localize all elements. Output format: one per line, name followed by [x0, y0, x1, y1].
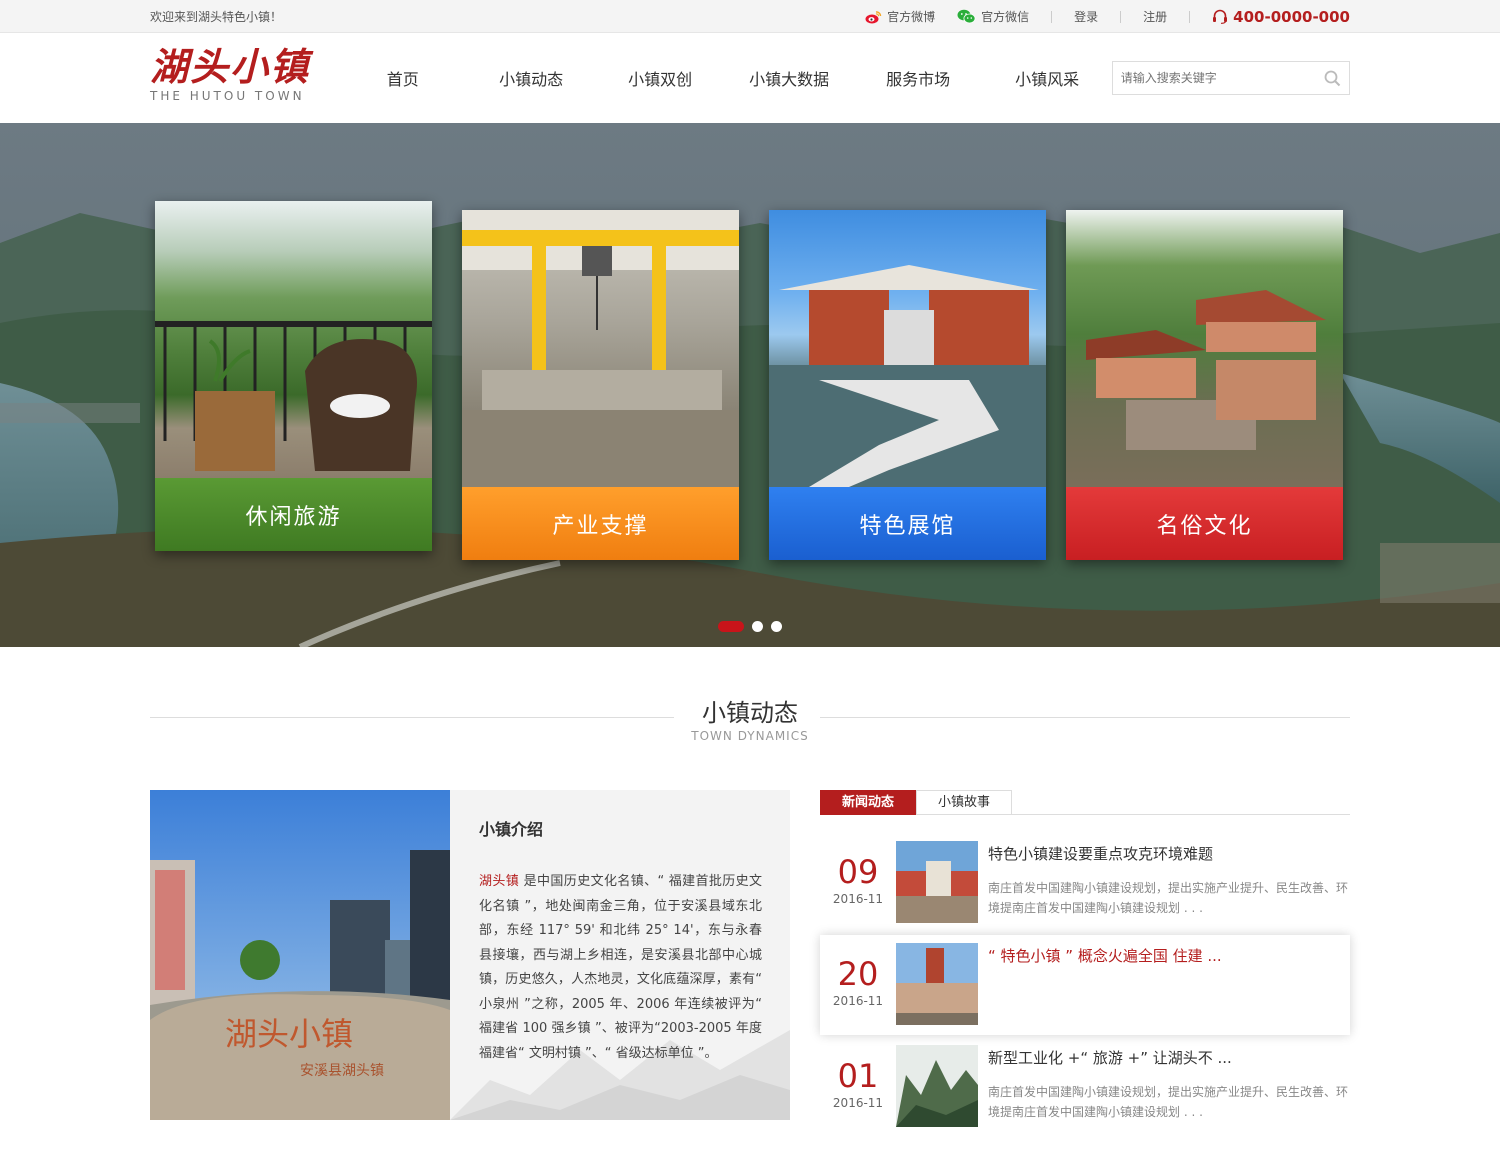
welcome-text: 欢迎来到湖头特色小镇！: [150, 10, 283, 24]
divider: [1120, 10, 1122, 23]
card-label-industry: 产业支撑: [462, 487, 739, 560]
news-thumbnail[interactable]: [896, 841, 978, 923]
weibo-label: 官方微博: [887, 10, 936, 24]
news-title[interactable]: 特色小镇建设要重点攻克环境难题: [988, 843, 1348, 864]
carousel-dot-3[interactable]: [771, 621, 782, 632]
balcony-illustration: [155, 321, 432, 471]
card-label-leisure: 休闲旅游: [155, 478, 432, 551]
carousel-dots: [718, 621, 782, 632]
section-header: 小镇动态 TOWN DYNAMICS: [150, 647, 1350, 787]
nav-service-market[interactable]: 服务市场: [854, 66, 983, 90]
news-thumbnail[interactable]: [896, 1045, 978, 1127]
category-card-exhibition[interactable]: 特色展馆: [769, 210, 1046, 560]
news-title[interactable]: “ 特色小镇 ” 概念火遍全国 住建 ...: [988, 945, 1348, 966]
carousel-dot-2[interactable]: [752, 621, 763, 632]
logo-english: THE HUTOU TOWN: [150, 89, 305, 103]
category-card-folk-culture[interactable]: 名俗文化: [1066, 210, 1343, 560]
main-nav: 首页 小镇动态 小镇双创 小镇大数据 服务市场 小镇风采: [362, 66, 1112, 90]
logo-chinese: 湖头小镇: [150, 44, 311, 89]
news-month: 2016-11: [832, 892, 884, 906]
nav-innovation[interactable]: 小镇双创: [596, 66, 725, 90]
divider: [1189, 10, 1191, 23]
search-box: [1111, 61, 1350, 95]
header: 湖头小镇 THE HUTOU TOWN 首页 小镇动态 小镇双创 小镇大数据 服…: [0, 33, 1500, 123]
news-summary: 南庄首发中国建陶小镇建设规划，提出实施产业提升、民生改善、环境提南庄首发中国建陶…: [988, 1085, 1349, 1119]
site-logo[interactable]: 湖头小镇 THE HUTOU TOWN: [150, 43, 317, 113]
category-card-leisure[interactable]: 休闲旅游: [155, 201, 432, 551]
card-image-industry: [462, 210, 739, 487]
news-date: 20 2016-11: [820, 943, 896, 1008]
town-intro: 湖头小镇 安溪县湖头镇 小镇介绍 湖头镇 是中国历史文化名镇、“ 福建首批历史文…: [150, 790, 790, 1120]
card-label-exhibition: 特色展馆: [769, 487, 1046, 560]
weibo-icon: [865, 10, 882, 23]
card-image-folk-culture: [1066, 210, 1343, 487]
phone-number: 400-0000-000: [1233, 7, 1350, 26]
nav-town-style[interactable]: 小镇风采: [983, 66, 1112, 90]
intro-photo: 湖头小镇 安溪县湖头镇: [150, 790, 450, 1120]
news-tabs: 新闻动态 小镇故事: [820, 790, 1350, 815]
news-date: 01 2016-11: [820, 1045, 896, 1110]
news-month: 2016-11: [832, 994, 884, 1008]
news-item[interactable]: 20 2016-11 “ 特色小镇 ” 概念火遍全国 住建 ...: [820, 935, 1350, 1035]
news-panel: 新闻动态 小镇故事 09 2016-11 特色小镇建设要重点攻克环境难题 南庄首…: [820, 790, 1350, 1137]
section-subtitle: TOWN DYNAMICS: [691, 729, 809, 743]
divider: [1051, 10, 1053, 23]
wechat-icon: [957, 9, 976, 24]
news-date: 09 2016-11: [820, 841, 896, 906]
stone-inscription-sub: 安溪县湖头镇: [300, 1063, 384, 1079]
search-icon[interactable]: [1324, 70, 1341, 87]
stone-inscription: 湖头小镇: [225, 1015, 353, 1053]
news-day: 01: [837, 1057, 879, 1095]
hero-banner: 休闲旅游 产业支撑 特色展馆 名俗文化: [0, 123, 1500, 647]
wechat-link[interactable]: 官方微信: [957, 8, 1029, 25]
nav-big-data[interactable]: 小镇大数据: [725, 66, 854, 90]
wechat-label: 官方微信: [981, 10, 1030, 24]
intro-heading: 小镇介绍: [479, 820, 544, 839]
news-item[interactable]: 01 2016-11 新型工业化 +“ 旅游 +” 让湖头不 ... 南庄首发中…: [820, 1037, 1350, 1137]
news-thumbnail[interactable]: [896, 943, 978, 1025]
phone-contact: 400-0000-000: [1212, 8, 1350, 26]
nav-home[interactable]: 首页: [387, 66, 467, 90]
tab-news[interactable]: 新闻动态: [820, 790, 916, 815]
card-image-leisure: [155, 201, 432, 478]
intro-body: 湖头镇 是中国历史文化名镇、“ 福建首批历史文化名镇 ”，地处闽南金三角，位于安…: [479, 870, 762, 1066]
section-title: 小镇动态: [702, 699, 798, 727]
news-month: 2016-11: [832, 1096, 884, 1110]
intro-text: 小镇介绍 湖头镇 是中国历史文化名镇、“ 福建首批历史文化名镇 ”，地处闽南金三…: [450, 790, 790, 1120]
news-summary: 南庄首发中国建陶小镇建设规划，提出实施产业提升、民生改善、环境提南庄首发中国建陶…: [988, 881, 1349, 915]
intro-body-text: 是中国历史文化名镇、“ 福建首批历史文化名镇 ”，地处闽南金三角，位于安溪县域东…: [479, 874, 762, 1061]
news-title[interactable]: 新型工业化 +“ 旅游 +” 让湖头不 ...: [988, 1047, 1348, 1068]
login-link[interactable]: 登录: [1074, 8, 1098, 25]
category-card-industry[interactable]: 产业支撑: [462, 210, 739, 560]
factory-illustration: [462, 210, 739, 487]
stone-monument-illustration: 湖头小镇 安溪县湖头镇: [150, 790, 450, 1120]
search-input[interactable]: [1112, 63, 1313, 93]
news-day: 20: [837, 955, 879, 993]
museum-illustration: [769, 265, 1046, 487]
headset-icon: [1213, 9, 1228, 24]
register-link[interactable]: 注册: [1143, 8, 1167, 25]
card-image-exhibition: [769, 210, 1046, 487]
tab-stories[interactable]: 小镇故事: [916, 790, 1012, 815]
news-item[interactable]: 09 2016-11 特色小镇建设要重点攻克环境难题 南庄首发中国建陶小镇建设规…: [820, 833, 1350, 933]
temple-illustration: [1086, 290, 1326, 450]
news-day: 09: [837, 853, 879, 891]
nav-dynamics[interactable]: 小镇动态: [467, 66, 596, 90]
top-links: 官方微博 官方微信 登录 注册 400-0000-000: [843, 8, 1350, 26]
card-label-folk-culture: 名俗文化: [1066, 487, 1343, 560]
intro-highlight[interactable]: 湖头镇: [479, 874, 519, 889]
carousel-dot-1[interactable]: [718, 621, 744, 632]
content-area: 湖头小镇 安溪县湖头镇 小镇介绍 湖头镇 是中国历史文化名镇、“ 福建首批历史文…: [150, 790, 1350, 1137]
top-bar: 欢迎来到湖头特色小镇！ 官方微博 官方微信 登录 注册 400-0000-000: [0, 0, 1500, 33]
weibo-link[interactable]: 官方微博: [865, 8, 935, 25]
